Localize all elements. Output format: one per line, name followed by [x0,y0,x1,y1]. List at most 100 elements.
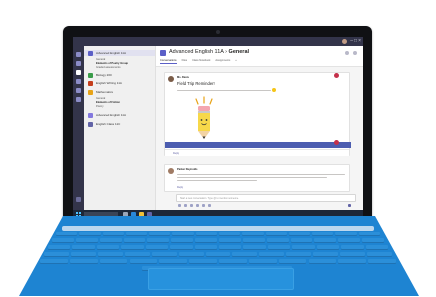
keyboard-key[interactable] [40,259,68,264]
reply-link[interactable]: Reply [177,186,183,189]
keyboard-key[interactable] [219,259,247,264]
keyboard-key[interactable] [170,245,193,250]
maximize-icon[interactable]: □ [354,38,357,44]
keyboard-key[interactable] [365,245,388,250]
keyboard-key[interactable] [242,238,265,243]
calendar-icon[interactable] [76,88,81,93]
team-item[interactable]: Advanced English 11A [88,112,126,118]
keyboard-key[interactable] [123,238,146,243]
channel-item[interactable]: General [96,58,105,61]
keyboard-key[interactable] [72,245,95,250]
help-icon[interactable] [76,197,81,202]
keyboard-key[interactable] [56,232,78,236]
keyboard-key[interactable] [159,259,188,264]
team-item[interactable]: English Class 11C [88,121,120,127]
keyboard-key[interactable] [99,259,128,264]
tab-add[interactable]: + [235,59,237,64]
minimize-icon[interactable]: – [350,38,353,44]
keyboard-key[interactable] [288,232,311,236]
keyboard-key[interactable] [219,245,242,250]
keyboard-key[interactable] [151,252,177,257]
channel-item[interactable]: General [96,97,105,100]
keyboard-key[interactable] [335,232,357,236]
keyboard-key[interactable] [314,238,337,243]
keyboard-key[interactable] [313,252,339,257]
channel-item[interactable]: Elements of Fiction [96,101,120,104]
tab-assignments[interactable]: Assignments [215,59,230,64]
emoji-icon[interactable] [190,204,193,207]
keyboard-key[interactable] [242,232,264,236]
keyboard-key[interactable] [316,245,340,250]
keyboard-key[interactable] [195,232,217,236]
keyboard-key[interactable] [178,252,204,257]
keyboard-key[interactable] [341,245,364,250]
reply-bar[interactable]: Reply [165,149,349,156]
keyboard-key[interactable] [338,238,361,243]
keyboard-key[interactable] [308,259,337,264]
keyboard-key[interactable] [367,252,392,257]
keyboard-key[interactable] [75,238,98,243]
keyboard-key[interactable] [232,252,258,257]
keyboard-key[interactable] [243,245,266,250]
tab-files[interactable]: Files [182,59,187,64]
format-icon[interactable] [178,204,181,207]
files-icon[interactable] [76,97,81,102]
keyboard-key[interactable] [248,259,277,264]
channel-item[interactable]: Graded assessments [96,66,121,69]
meet-icon[interactable] [345,51,349,55]
keyboard-key[interactable] [286,252,312,257]
gif-icon[interactable] [196,204,199,207]
touchpad[interactable] [148,268,294,290]
keyboard-key[interactable] [312,232,334,236]
keyboard-key[interactable] [171,238,194,243]
profile-avatar[interactable] [342,39,347,44]
keyboard-key[interactable] [121,245,144,250]
teams-icon[interactable] [76,70,81,75]
keyboard-key[interactable] [338,259,367,264]
keyboard-key[interactable] [48,245,71,250]
meet-now-icon[interactable] [208,204,211,207]
post-card[interactable]: Parker Reynolds Reply [164,164,350,192]
keyboard-key[interactable] [358,232,380,236]
keyboard-key[interactable] [102,232,124,236]
keyboard-key[interactable] [362,238,384,243]
team-item[interactable]: Mathematics [88,89,113,95]
channel-item[interactable]: Poetry [96,105,104,108]
keyboard-key[interactable] [79,232,101,236]
keyboard-key[interactable] [129,259,158,264]
keyboard-key[interactable] [125,232,148,236]
keyboard-key[interactable] [259,252,285,257]
keyboard-key[interactable] [69,259,98,264]
attach-icon[interactable] [184,204,187,207]
keyboard-key[interactable] [205,252,231,257]
post-card[interactable]: Ms. Davis Field Trip Reminder! Reply [164,72,351,156]
keyboard-key[interactable] [97,252,123,257]
keyboard-key[interactable] [149,232,171,236]
close-icon[interactable]: × [358,38,361,44]
keyboard-key[interactable] [99,238,122,243]
keyboard-key[interactable] [195,238,217,243]
sticker-icon[interactable] [202,204,205,207]
activity-icon[interactable] [76,52,81,57]
team-item[interactable]: Advanced English 11A [84,50,155,56]
keyboard-key[interactable] [266,238,289,243]
reply-link[interactable]: Reply [173,152,179,155]
keyboard-key[interactable] [96,245,120,250]
keyboard-key[interactable] [292,245,315,250]
keyboard-key[interactable] [172,232,194,236]
keyboard-key[interactable] [290,238,313,243]
keyboard-key[interactable] [189,259,217,264]
keyboard-key[interactable] [147,238,170,243]
keyboard-key[interactable] [44,252,69,257]
assignments-icon[interactable] [76,79,81,84]
keyboard-key[interactable] [368,259,396,264]
compose-box[interactable]: Start a new conversation. Type @ to ment… [176,194,356,202]
keyboard-key[interactable] [124,252,150,257]
team-item[interactable]: English Writing 11A [88,80,122,86]
keyboard-key[interactable] [219,238,241,243]
keyboard-key[interactable] [265,232,287,236]
more-options-icon[interactable] [353,51,357,55]
keyboard-key[interactable] [194,245,217,250]
channel-item[interactable]: Elements of Poetry Group [96,62,128,65]
chat-icon[interactable] [76,61,81,66]
